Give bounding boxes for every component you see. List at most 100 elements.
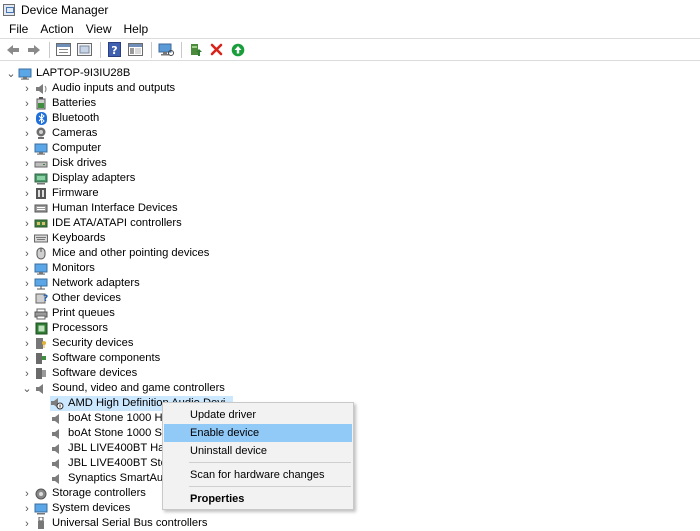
tree-item-label: Mice and other pointing devices: [52, 247, 210, 259]
tree-item-synaptics[interactable]: Synaptics SmartAudio: [50, 471, 178, 486]
chevron-right-icon[interactable]: ›: [20, 156, 34, 171]
scan-hardware-icon[interactable]: [156, 40, 175, 59]
chevron-right-icon[interactable]: ›: [20, 351, 34, 366]
tree-item-monitors[interactable]: › Monitors: [20, 261, 95, 276]
tree-item-disk-drives[interactable]: › Disk drives: [20, 156, 107, 171]
console-tree-icon[interactable]: [126, 40, 145, 59]
tree-item-boat-hands[interactable]: boAt Stone 1000 Han: [50, 411, 175, 426]
menu-enable-device[interactable]: Enable device: [164, 424, 352, 442]
tree-item-system-devices[interactable]: › System devices: [20, 501, 130, 516]
tree-item-boat-stereo[interactable]: boAt Stone 1000 Ster: [50, 426, 175, 441]
properties-view-icon[interactable]: [54, 40, 73, 59]
menu-bar: File Action View Help: [0, 20, 700, 38]
help-icon[interactable]: ?: [105, 40, 124, 59]
tree-item-print-queues[interactable]: › Print queues: [20, 306, 115, 321]
toolbar: ?: [0, 38, 700, 61]
tree-item-network-adapters[interactable]: › Network adapters: [20, 276, 140, 291]
tree-item-computer[interactable]: › Computer: [20, 141, 101, 156]
camera-icon: [34, 127, 48, 140]
network-adapter-icon: [34, 277, 48, 290]
chevron-right-icon[interactable]: ›: [20, 501, 34, 516]
menu-scan-hardware[interactable]: Scan for hardware changes: [164, 466, 352, 484]
chevron-right-icon[interactable]: ›: [20, 141, 34, 156]
menu-separator: [189, 462, 351, 463]
menu-help[interactable]: Help: [118, 20, 155, 38]
tree-item-ide-ata[interactable]: › IDE ATA/ATAPI controllers: [20, 216, 182, 231]
chevron-right-icon[interactable]: ›: [20, 96, 34, 111]
tree-item-software-components[interactable]: › Software components: [20, 351, 160, 366]
tree-item-keyboards[interactable]: › Keyboards: [20, 231, 105, 246]
update-driver-icon[interactable]: [186, 40, 205, 59]
tree-item-firmware[interactable]: › Firmware: [20, 186, 99, 201]
tree-item-label: Other devices: [52, 292, 122, 304]
svg-text:?: ?: [111, 44, 117, 57]
chevron-right-icon[interactable]: ›: [20, 186, 34, 201]
security-device-icon: [34, 337, 48, 350]
forward-icon[interactable]: [24, 40, 43, 59]
chevron-down-icon[interactable]: ⌄: [20, 381, 34, 396]
chevron-right-icon[interactable]: ›: [20, 291, 34, 306]
storage-controller-icon: [34, 487, 48, 500]
context-menu: Update driver Enable device Uninstall de…: [162, 402, 354, 510]
tree-item-security-devices[interactable]: › Security devices: [20, 336, 133, 351]
menu-uninstall-device[interactable]: Uninstall device: [164, 442, 352, 460]
chevron-right-icon[interactable]: ›: [20, 486, 34, 501]
keyboard-icon: [34, 232, 48, 245]
tree-item-bluetooth[interactable]: › Bluetooth: [20, 111, 99, 126]
tree-item-label: Disk drives: [52, 157, 107, 169]
chevron-right-icon[interactable]: ›: [20, 201, 34, 216]
tree-item-usb-controllers[interactable]: › Universal Serial Bus controllers: [20, 516, 207, 531]
chevron-right-icon[interactable]: ›: [20, 321, 34, 336]
chevron-right-icon[interactable]: ›: [20, 276, 34, 291]
tree-item-batteries[interactable]: › Batteries: [20, 96, 96, 111]
tree-item-label: Batteries: [52, 97, 97, 109]
monitor-icon: [34, 142, 48, 155]
tree-item-sound-video[interactable]: ⌄ Sound, video and game controllers: [20, 381, 225, 396]
chevron-right-icon[interactable]: ›: [20, 516, 34, 531]
tree-item-storage-controllers[interactable]: › Storage controllers: [20, 486, 146, 501]
tree-item-processors[interactable]: › Processors: [20, 321, 108, 336]
tree-item-label: Software devices: [52, 367, 138, 379]
uninstall-icon[interactable]: [207, 40, 226, 59]
tree-item-label: boAt Stone 1000 Ster: [68, 427, 175, 439]
computer-icon: [18, 67, 32, 80]
menu-view[interactable]: View: [80, 20, 118, 38]
tree-item-mice[interactable]: › Mice and other pointing devices: [20, 246, 209, 261]
tree-item-label: Firmware: [52, 187, 99, 199]
chevron-right-icon[interactable]: ›: [20, 366, 34, 381]
speaker-icon: [50, 442, 64, 455]
chevron-right-icon[interactable]: ›: [20, 336, 34, 351]
chevron-right-icon[interactable]: ›: [20, 111, 34, 126]
mouse-icon: [34, 247, 48, 260]
tree-item-display-adapters[interactable]: › Display adapters: [20, 171, 135, 186]
tree-item-label: Bluetooth: [52, 112, 100, 124]
chevron-right-icon[interactable]: ›: [20, 171, 34, 186]
chevron-right-icon[interactable]: ›: [20, 306, 34, 321]
tree-item-audio-inputs[interactable]: › Audio inputs and outputs: [20, 81, 175, 96]
tree-item-other-devices[interactable]: › ? Other devices: [20, 291, 121, 306]
tree-item-software-devices[interactable]: › Software devices: [20, 366, 137, 381]
chevron-down-icon[interactable]: ⌄: [4, 66, 18, 81]
hid-icon: [34, 202, 48, 215]
show-hide-icon[interactable]: [75, 40, 94, 59]
tree-root[interactable]: ⌄ LAPTOP-9I3IU28B: [4, 66, 130, 81]
speaker-icon: [50, 427, 64, 440]
chevron-right-icon[interactable]: ›: [20, 126, 34, 141]
tree-item-label: Network adapters: [52, 277, 140, 289]
chevron-right-icon[interactable]: ›: [20, 231, 34, 246]
chevron-right-icon[interactable]: ›: [20, 261, 34, 276]
tree-item-label: boAt Stone 1000 Han: [68, 412, 175, 424]
chevron-right-icon[interactable]: ›: [20, 81, 34, 96]
tree-item-label: Human Interface Devices: [52, 202, 178, 214]
back-icon[interactable]: [3, 40, 22, 59]
menu-update-driver[interactable]: Update driver: [164, 406, 352, 424]
menu-action[interactable]: Action: [34, 20, 79, 38]
chevron-right-icon[interactable]: ›: [20, 216, 34, 231]
menu-properties[interactable]: Properties: [164, 490, 352, 508]
monitor-icon: [34, 262, 48, 275]
tree-item-hid[interactable]: › Human Interface Devices: [20, 201, 178, 216]
menu-file[interactable]: File: [3, 20, 34, 38]
tree-item-cameras[interactable]: › Cameras: [20, 126, 97, 141]
chevron-right-icon[interactable]: ›: [20, 246, 34, 261]
enable-icon[interactable]: [228, 40, 247, 59]
